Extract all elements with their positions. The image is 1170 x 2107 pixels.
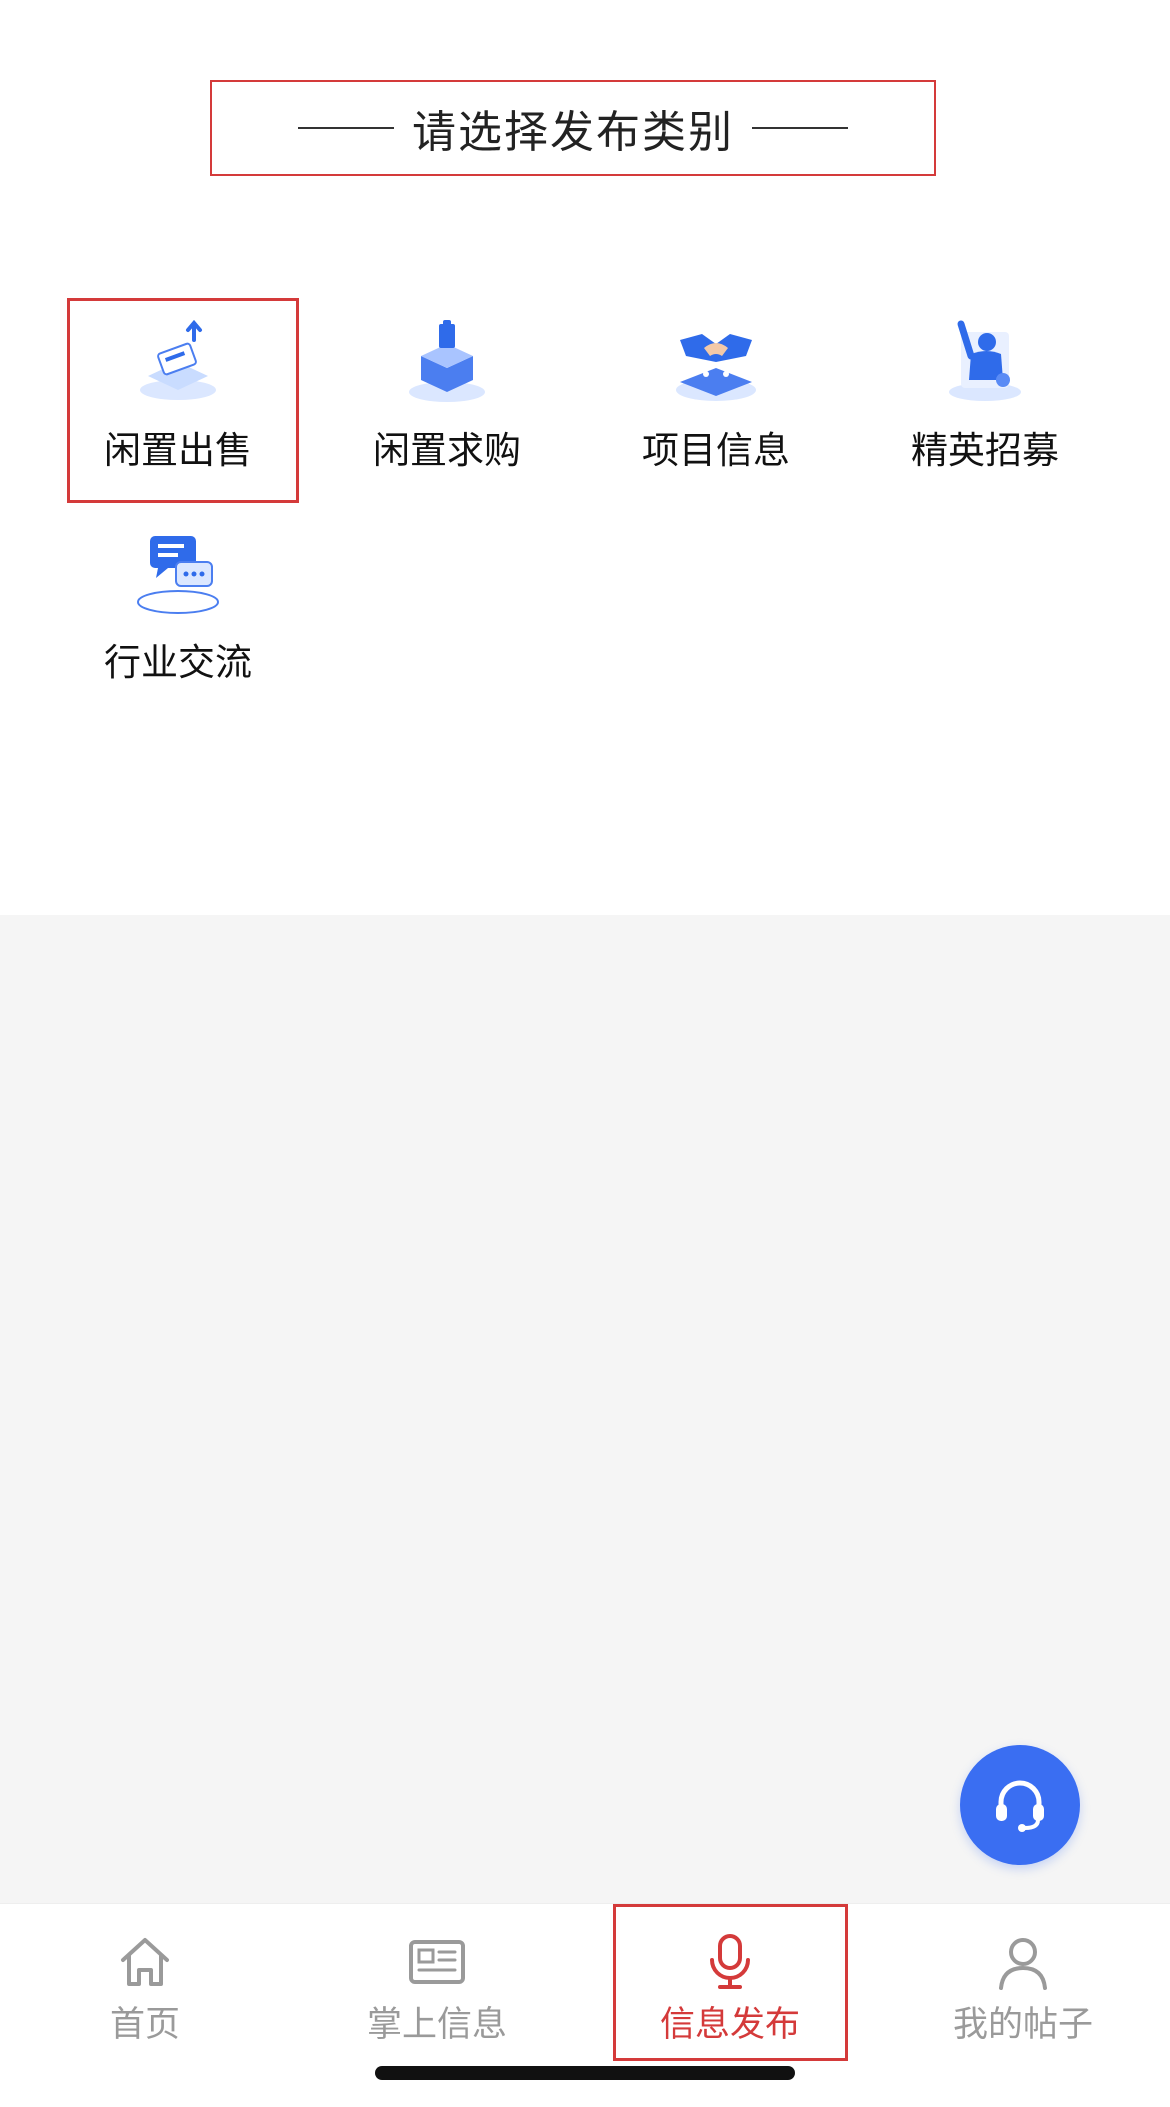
category-panel: 请选择发布类别 闲置出售 闲置求购 项目信息 精英招募 行业交流 bbox=[0, 0, 1170, 915]
nav-pocket-info[interactable]: 掌上信息 bbox=[322, 1924, 552, 2045]
home-indicator[interactable] bbox=[375, 2066, 795, 2080]
category-label: 精英招募 bbox=[911, 429, 1059, 472]
user-icon bbox=[999, 1938, 1047, 1990]
nav-home-label: 首页 bbox=[109, 2005, 180, 2045]
customer-service-button[interactable] bbox=[960, 1745, 1080, 1865]
header-left-line bbox=[298, 127, 394, 129]
handshake-icon bbox=[676, 334, 756, 401]
category-item-industry-exchange[interactable]: 行业交流 bbox=[78, 522, 278, 712]
category-item-buy-idle[interactable]: 闲置求购 bbox=[347, 310, 547, 500]
category-label: 行业交流 bbox=[104, 641, 252, 684]
category-item-talent-recruit[interactable]: 精英招募 bbox=[885, 310, 1085, 500]
nav-home[interactable]: 首页 bbox=[30, 1924, 260, 2045]
person-raising-hand-icon bbox=[949, 320, 1021, 401]
newspaper-icon bbox=[409, 1940, 465, 1984]
category-item-project-info[interactable]: 项目信息 bbox=[616, 310, 816, 500]
page-title: 请选择发布类别 bbox=[412, 107, 734, 158]
nav-pocket-info-label: 掌上信息 bbox=[366, 2005, 507, 2045]
category-label: 闲置求购 bbox=[373, 429, 521, 472]
home-icon bbox=[121, 1938, 169, 1986]
header-right-line bbox=[752, 127, 848, 129]
category-header: 请选择发布类别 bbox=[210, 80, 936, 176]
headset-icon bbox=[996, 1780, 1044, 1832]
open-box-icon bbox=[409, 320, 485, 402]
category-label: 项目信息 bbox=[642, 429, 790, 472]
chat-bubbles-icon bbox=[137, 536, 219, 614]
nav-my-posts[interactable]: 我的帖子 bbox=[908, 1924, 1138, 2045]
highlight-box-sell-idle bbox=[67, 298, 299, 503]
highlight-box-publish bbox=[613, 1904, 848, 2061]
nav-my-posts-label: 我的帖子 bbox=[952, 2005, 1093, 2045]
